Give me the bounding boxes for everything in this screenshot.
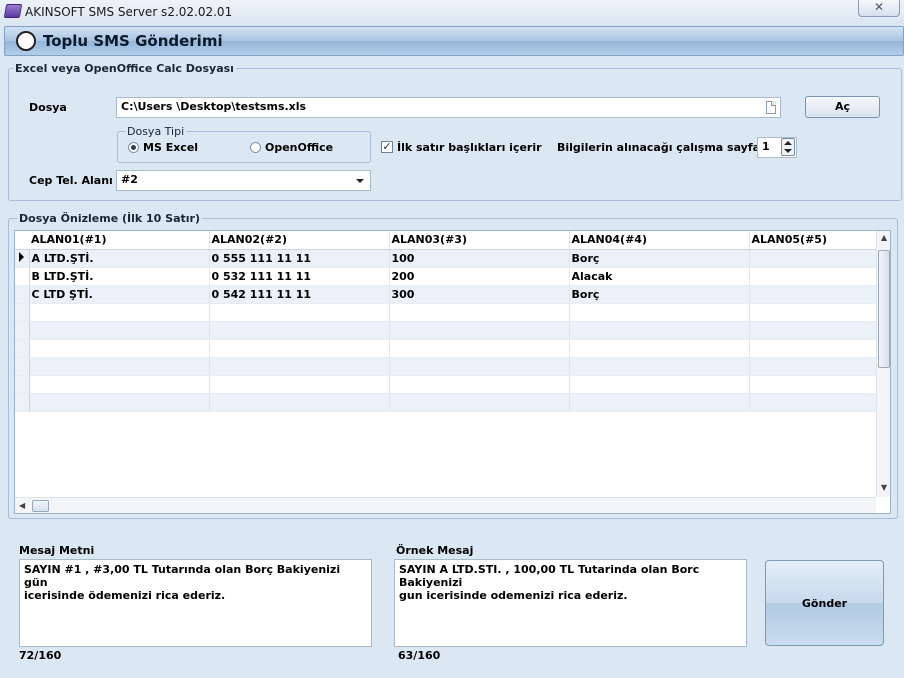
empty-row	[15, 339, 877, 358]
sample-label: Örnek Mesaj	[396, 544, 474, 557]
empty-row	[15, 393, 877, 412]
phone-field-value: #2	[121, 173, 138, 186]
table-row[interactable]: C LTD ŞTİ. 0 542 111 11 11 300 Borç	[15, 285, 877, 304]
empty-row	[15, 303, 877, 322]
page-header: Toplu SMS Gönderimi	[4, 26, 904, 56]
table-cell[interactable]: 100	[389, 249, 570, 268]
column-header[interactable]: ALAN05(#5)	[749, 231, 877, 250]
app-icon	[3, 4, 23, 18]
sample-textarea[interactable]: SAYIN A LTD.STI. , 100,00 TL Tutarinda o…	[394, 559, 747, 647]
grid-header-row: ALAN01(#1) ALAN02(#2) ALAN03(#3) ALAN04(…	[15, 231, 877, 250]
table-cell[interactable]: 0 542 111 11 11	[209, 285, 390, 304]
message-char-count: 72/160	[19, 649, 62, 662]
table-cell[interactable]	[749, 249, 877, 268]
table-cell[interactable]: 0 555 111 11 11	[209, 249, 390, 268]
table-cell[interactable]	[749, 267, 877, 286]
current-row-icon	[19, 251, 24, 262]
close-button[interactable]: ✕	[858, 0, 900, 17]
table-cell[interactable]: 300	[389, 285, 570, 304]
sample-char-count: 63/160	[398, 649, 441, 662]
window-titlebar: AKINSOFT SMS Server s2.02.02.01 ✕	[0, 0, 904, 24]
openoffice-label[interactable]: OpenOffice	[265, 141, 333, 154]
table-row[interactable]: A LTD.ŞTİ. 0 555 111 11 11 100 Borç	[15, 249, 877, 268]
table-cell[interactable]: Alacak	[569, 267, 750, 286]
table-cell[interactable]: C LTD ŞTİ.	[29, 285, 210, 304]
file-type-caption: Dosya Tipi	[125, 125, 187, 138]
window-title: AKINSOFT SMS Server s2.02.02.01	[25, 5, 233, 19]
empty-row	[15, 357, 877, 376]
column-header[interactable]: ALAN04(#4)	[569, 231, 750, 250]
scroll-left-icon[interactable]: ◀	[19, 501, 25, 510]
sheet-value: 1	[762, 140, 770, 153]
empty-row	[15, 375, 877, 394]
message-label: Mesaj Metni	[19, 544, 95, 557]
open-button[interactable]: Aç	[805, 96, 880, 118]
preview-grid[interactable]: ALAN01(#1) ALAN02(#2) ALAN03(#3) ALAN04(…	[14, 230, 891, 514]
sheet-spinner[interactable]	[781, 138, 795, 156]
row-indicator	[15, 249, 30, 268]
ms-excel-radio[interactable]	[128, 142, 139, 153]
table-cell[interactable]: 200	[389, 267, 570, 286]
horizontal-scrollbar[interactable]: ◀	[15, 497, 876, 513]
first-row-headers-checkbox[interactable]: ✓	[381, 141, 393, 153]
file-group-caption: Excel veya OpenOffice Calc Dosyası	[13, 62, 236, 75]
table-cell[interactable]	[749, 285, 877, 304]
vertical-scrollbar[interactable]: ▲ ▼	[876, 231, 890, 497]
browse-file-icon[interactable]	[766, 101, 776, 114]
table-cell[interactable]: Borç	[569, 285, 750, 304]
table-row[interactable]: B LTD.ŞTİ. 0 532 111 11 11 200 Alacak	[15, 267, 877, 286]
grid-corner	[15, 231, 29, 250]
phone-field-select[interactable]: #2	[116, 170, 371, 191]
table-cell[interactable]: Borç	[569, 249, 750, 268]
file-path-value: C:\Users \Desktop\testsms.xls	[121, 100, 307, 113]
sheet-label: Bilgilerin alınacağı çalışma sayfası	[557, 141, 771, 154]
column-header[interactable]: ALAN03(#3)	[389, 231, 570, 250]
header-circle-icon	[16, 31, 36, 51]
send-button[interactable]: Gönder	[765, 560, 884, 646]
message-textarea[interactable]: SAYIN #1 , #3,00 TL Tutarında olan Borç …	[19, 559, 372, 647]
openoffice-radio[interactable]	[250, 142, 261, 153]
spin-up-icon[interactable]	[784, 141, 792, 145]
scroll-up-icon[interactable]: ▲	[881, 233, 887, 242]
row-indicator	[15, 267, 30, 286]
horizontal-scroll-thumb[interactable]	[32, 500, 49, 512]
first-row-headers-label[interactable]: İlk satır başlıkları içerir	[397, 141, 542, 154]
ms-excel-label[interactable]: MS Excel	[143, 141, 198, 154]
column-header[interactable]: ALAN02(#2)	[209, 231, 390, 250]
column-header[interactable]: ALAN01(#1)	[29, 231, 210, 250]
vertical-scroll-thumb[interactable]	[878, 250, 890, 368]
row-indicator	[15, 285, 30, 304]
spin-down-icon[interactable]	[784, 149, 792, 153]
file-path-input[interactable]: C:\Users \Desktop\testsms.xls	[116, 97, 781, 118]
table-cell[interactable]: A LTD.ŞTİ.	[29, 249, 210, 268]
file-label: Dosya	[29, 101, 67, 114]
scroll-down-icon[interactable]: ▼	[881, 483, 887, 492]
table-cell[interactable]: 0 532 111 11 11	[209, 267, 390, 286]
preview-caption: Dosya Önizleme (İlk 10 Satır)	[17, 212, 202, 225]
table-cell[interactable]: B LTD.ŞTİ.	[29, 267, 210, 286]
empty-row	[15, 321, 877, 340]
page-title: Toplu SMS Gönderimi	[43, 32, 223, 50]
chevron-down-icon[interactable]	[356, 179, 364, 183]
phone-field-label: Cep Tel. Alanı	[29, 174, 113, 187]
